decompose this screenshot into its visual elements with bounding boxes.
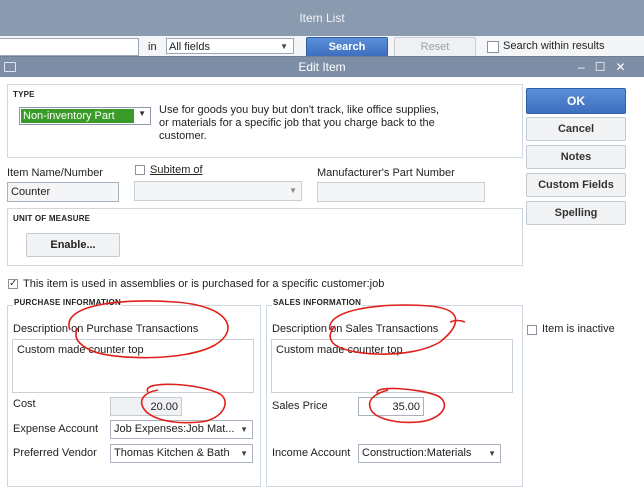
purchase-description-input[interactable]: Custom made counter top	[12, 339, 254, 393]
preferred-vendor-label: Preferred Vendor	[13, 447, 97, 459]
search-input[interactable]	[0, 38, 139, 56]
subitem-label: Subitem of	[150, 164, 203, 176]
sales-price-input[interactable]: 35.00	[358, 397, 424, 416]
expense-account-label: Expense Account	[13, 423, 99, 435]
field-select-value: All fields	[169, 41, 210, 53]
sales-section-title: SALES INFORMATION	[272, 298, 363, 307]
inactive-checkbox[interactable]	[527, 325, 537, 335]
chevron-down-icon: ▼	[238, 421, 248, 438]
chevron-down-icon: ▼	[486, 445, 496, 462]
window-menu-icon[interactable]	[4, 62, 16, 72]
chevron-down-icon: ▼	[289, 186, 297, 195]
custom-fields-button[interactable]: Custom Fields	[526, 173, 626, 197]
manufacturer-part-label: Manufacturer's Part Number	[317, 167, 455, 179]
type-select-value: Non-inventory Part	[21, 109, 134, 123]
cancel-button[interactable]: Cancel	[526, 117, 626, 141]
type-description: Use for goods you buy but don't track, l…	[159, 104, 440, 142]
sales-description-input[interactable]: Custom made counter top	[271, 339, 513, 393]
income-account-select[interactable]: Construction:Materials ▼	[358, 444, 501, 463]
income-account-label: Income Account	[272, 447, 351, 459]
window-controls: – ☐ ✕	[578, 57, 626, 77]
spelling-button[interactable]: Spelling	[526, 201, 626, 225]
dialog-titlebar: Edit Item	[0, 57, 644, 77]
chevron-down-icon: ▼	[138, 109, 146, 118]
expense-account-select[interactable]: Job Expenses:Job Mat... ▼	[110, 420, 253, 439]
sales-desc-label: Description on Sales Transactions	[272, 323, 439, 335]
assemblies-label: This item is used in assemblies or is pu…	[23, 278, 385, 290]
enable-uom-button[interactable]: Enable...	[26, 233, 120, 257]
type-select[interactable]: Non-inventory Part ▼	[19, 107, 151, 125]
subitem-checkbox[interactable]	[135, 165, 145, 175]
ok-button[interactable]: OK	[526, 88, 626, 114]
preferred-vendor-select[interactable]: Thomas Kitchen & Bath ▼	[110, 444, 253, 463]
search-within-checkbox[interactable]	[487, 41, 499, 53]
chevron-down-icon: ▼	[238, 445, 248, 462]
assemblies-checkbox[interactable]: ✓	[8, 279, 18, 289]
field-select[interactable]: All fields ▼	[166, 38, 294, 54]
chevron-down-icon: ▼	[280, 42, 288, 51]
item-list-title: Item List	[299, 11, 345, 25]
manufacturer-part-input[interactable]	[317, 182, 485, 202]
close-icon[interactable]: ✕	[615, 60, 625, 74]
purchase-section-title: PURCHASE INFORMATION	[13, 298, 122, 307]
unit-of-measure-title: UNIT OF MEASURE	[13, 214, 91, 223]
dialog-title: Edit Item	[298, 60, 346, 74]
income-account-value: Construction:Materials	[362, 447, 472, 459]
minimize-icon[interactable]: –	[578, 60, 585, 74]
search-button[interactable]: Search	[306, 37, 388, 57]
sales-price-label: Sales Price	[272, 400, 328, 412]
item-name-input[interactable]: Counter	[7, 182, 119, 202]
reset-button[interactable]: Reset	[394, 37, 476, 57]
item-name-label: Item Name/Number	[7, 167, 103, 179]
cost-label: Cost	[13, 398, 36, 410]
item-list-titlebar: Item List	[0, 0, 644, 36]
notes-button[interactable]: Notes	[526, 145, 626, 169]
inactive-label: Item is inactive	[542, 323, 615, 335]
purchase-desc-label: Description on Purchase Transactions	[13, 323, 199, 335]
in-label: in	[148, 41, 157, 53]
expense-account-value: Job Expenses:Job Mat...	[114, 423, 235, 435]
preferred-vendor-value: Thomas Kitchen & Bath	[114, 447, 230, 459]
search-within-label: Search within results	[503, 40, 605, 52]
subitem-select[interactable]: ▼	[134, 181, 302, 201]
type-section-title: TYPE	[13, 90, 35, 99]
restore-icon[interactable]: ☐	[595, 60, 606, 74]
cost-input[interactable]: 20.00	[110, 397, 182, 416]
